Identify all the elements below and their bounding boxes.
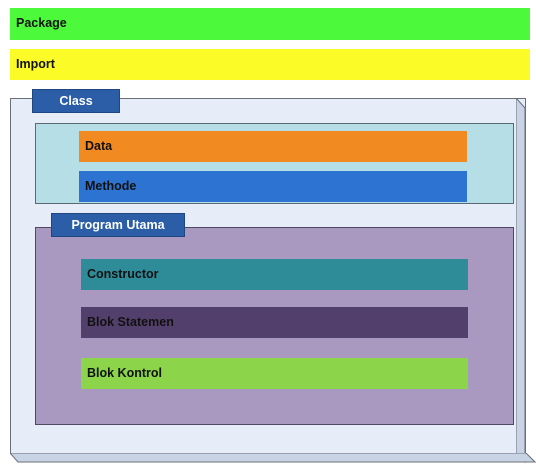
package-block: Package	[10, 8, 530, 40]
class-tab: Class	[32, 89, 120, 113]
methode-label: Methode	[85, 179, 137, 193]
class-container-bottom-depth	[10, 453, 536, 463]
data-block: Data	[79, 131, 467, 162]
blok-statemen-block: Blok Statemen	[81, 307, 468, 338]
data-label: Data	[85, 139, 113, 153]
class-label: Class	[59, 94, 93, 108]
constructor-label: Constructor	[87, 267, 159, 281]
program-utama-label: Program Utama	[71, 218, 165, 232]
blok-kontrol-label: Blok Kontrol	[87, 366, 162, 380]
methode-block: Methode	[79, 171, 467, 202]
blok-statemen-label: Blok Statemen	[87, 315, 174, 329]
import-block: Import	[10, 49, 530, 80]
package-label: Package	[16, 16, 67, 30]
program-utama-tab: Program Utama	[51, 213, 185, 237]
class-container-depth	[516, 98, 526, 464]
constructor-block: Constructor	[81, 259, 468, 290]
blok-kontrol-block: Blok Kontrol	[81, 358, 468, 389]
import-label: Import	[16, 57, 55, 71]
